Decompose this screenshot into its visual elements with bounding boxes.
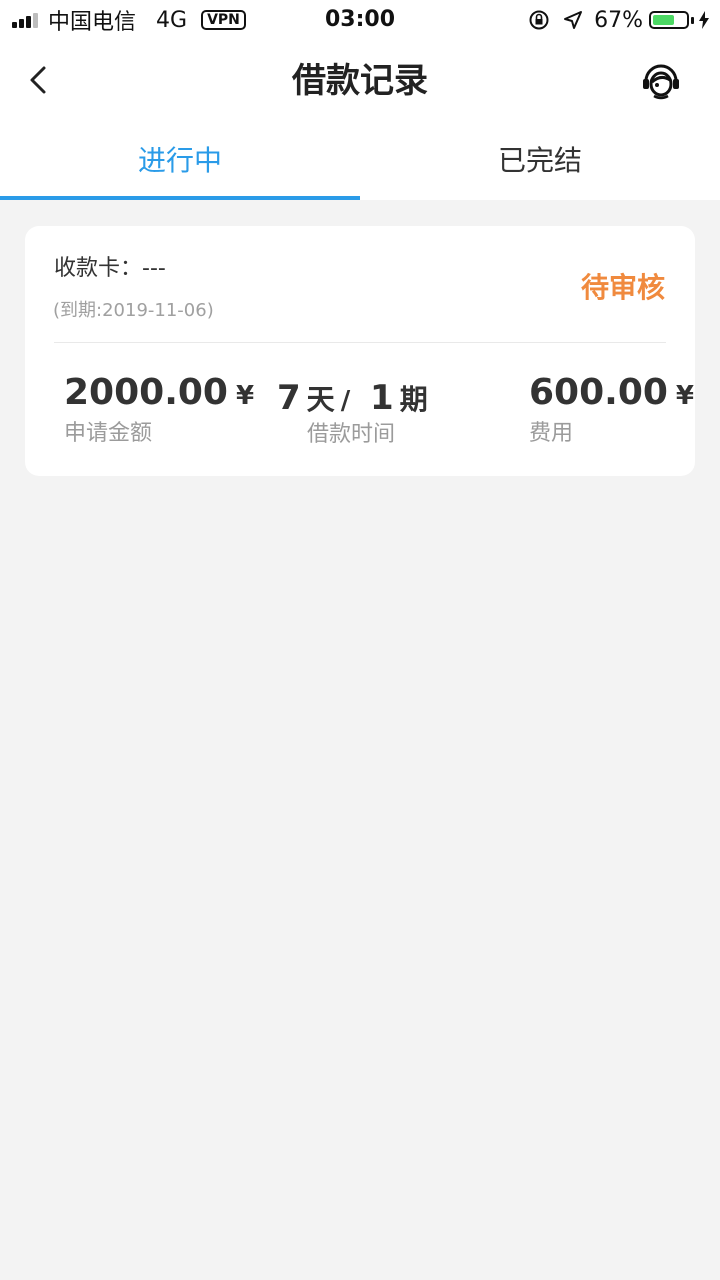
amount-stat: 2000.00 ¥ 申请金额 xyxy=(64,372,254,447)
tab-bar: 进行中 已完结 xyxy=(0,122,720,200)
fee-stat: 600.00 ¥ 费用 xyxy=(529,372,694,447)
nav-bar: 借款记录 xyxy=(0,40,720,122)
tab-completed[interactable]: 已完结 xyxy=(360,122,720,200)
amount-value-row: 2000.00 ¥ xyxy=(64,372,254,413)
term-label: 借款时间 xyxy=(307,422,396,447)
active-tab-indicator xyxy=(0,196,360,200)
term-value-row: 7 天/ 1期 xyxy=(277,378,434,418)
due-date: (到期:2019-11-06) xyxy=(53,300,214,321)
loan-record-card[interactable]: 收款卡：--- (到期:2019-11-06) 待审核 2000.00 ¥ 申请金… xyxy=(25,226,695,476)
fee-value-row: 600.00 ¥ xyxy=(529,372,694,413)
location-arrow-icon xyxy=(564,11,583,29)
battery-icon xyxy=(649,11,689,29)
term-stat: 7 天/ 1期 借款时间 xyxy=(277,372,434,448)
status-badge: 待审核 xyxy=(580,271,665,304)
customer-service-icon[interactable] xyxy=(640,60,682,102)
receiving-card-label: 收款卡：--- xyxy=(54,256,166,281)
term-separator: / xyxy=(340,386,351,416)
tab-in-progress[interactable]: 进行中 xyxy=(0,122,360,200)
status-right: 67% xyxy=(528,0,710,40)
page-title: 借款记录 xyxy=(292,61,428,101)
term-days-unit: 天 xyxy=(306,383,335,416)
card-divider xyxy=(54,342,666,343)
status-bar: 中国电信 4G VPN 03:00 67% xyxy=(0,0,720,40)
fee-label: 费用 xyxy=(529,421,574,446)
fee-value: 600.00 xyxy=(529,372,668,413)
amount-value: 2000.00 xyxy=(64,372,228,413)
amount-unit: ¥ xyxy=(235,381,255,411)
rotation-lock-icon xyxy=(529,10,549,30)
term-periods-unit: 期 xyxy=(399,383,428,416)
term-days: 7 xyxy=(277,378,301,418)
charging-bolt-icon xyxy=(699,11,709,29)
fee-unit: ¥ xyxy=(675,381,695,411)
battery-percent: 67% xyxy=(594,7,643,33)
battery-cap xyxy=(691,16,694,24)
amount-label: 申请金额 xyxy=(64,421,153,446)
term-periods: 1 xyxy=(370,378,394,418)
